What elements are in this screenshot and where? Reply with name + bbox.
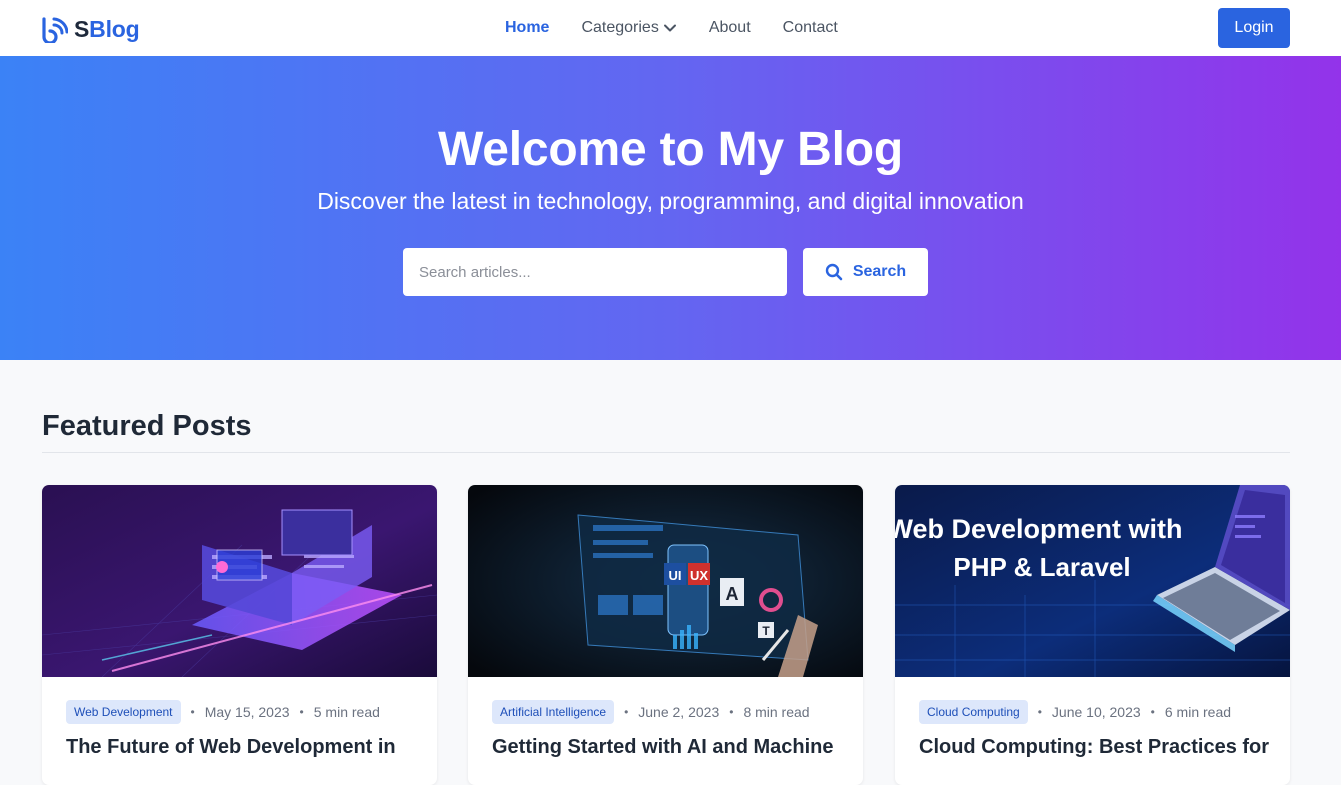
nav-categories-label: Categories	[581, 19, 659, 36]
category-badge[interactable]: Cloud Computing	[919, 700, 1028, 724]
image-caption-line1: Web Development with	[895, 514, 1183, 544]
nav-about-link[interactable]: About	[709, 19, 751, 37]
ui-label: UI	[669, 568, 682, 583]
wifi-b-logo-icon	[42, 17, 68, 43]
search-button[interactable]: Search	[803, 248, 928, 296]
brand-name: SBlog	[74, 15, 140, 43]
read-time: 6 min read	[1164, 704, 1232, 720]
post-meta: Cloud Computing • June 10, 2023 • 6 min …	[919, 700, 1231, 724]
post-title[interactable]: The Future of Web Development in	[66, 736, 396, 759]
a-label: A	[726, 584, 739, 604]
meta-separator: •	[299, 705, 304, 719]
read-time: 5 min read	[313, 704, 380, 720]
nav-links: Home Categories About Contact	[505, 0, 870, 56]
meta-separator: •	[624, 705, 629, 719]
post-image-isometric-laptop	[42, 485, 437, 677]
post-meta: Artificial Intelligence • June 2, 2023 •…	[492, 700, 810, 724]
post-card-ai[interactable]: UI UX A T Artificial Intelligence • June…	[468, 485, 863, 785]
post-title[interactable]: Cloud Computing: Best Practices for	[919, 736, 1269, 759]
meta-separator: •	[1037, 705, 1042, 719]
ux-label: UX	[690, 568, 708, 583]
section-divider	[42, 452, 1290, 453]
post-date: June 2, 2023	[638, 704, 720, 720]
image-caption-line2: PHP & Laravel	[953, 552, 1130, 582]
category-badge[interactable]: Web Development	[66, 700, 181, 724]
t-label: T	[762, 624, 770, 638]
brand-logo[interactable]: SBlog	[40, 14, 140, 44]
login-button[interactable]: Login	[1218, 8, 1290, 48]
brand-name-s: S	[74, 15, 90, 42]
read-time: 8 min read	[743, 704, 810, 720]
hero-title: Welcome to My Blog	[438, 123, 903, 176]
post-date: May 15, 2023	[204, 704, 290, 720]
meta-separator: •	[729, 705, 734, 719]
search-icon	[825, 263, 843, 281]
meta-separator: •	[1150, 705, 1155, 719]
post-meta: Web Development • May 15, 2023 • 5 min r…	[66, 700, 380, 724]
post-image-ui-ux-hologram: UI UX A T	[468, 485, 863, 677]
featured-posts-heading: Featured Posts	[42, 410, 252, 442]
post-image-php-laravel: Web Development with PHP & Laravel	[895, 485, 1290, 677]
post-card-web-development[interactable]: Web Development • May 15, 2023 • 5 min r…	[42, 485, 437, 785]
post-title[interactable]: Getting Started with AI and Machine	[492, 736, 834, 759]
post-card-cloud-computing[interactable]: Web Development with PHP & Laravel Cloud…	[895, 485, 1290, 785]
nav-home-link[interactable]: Home	[505, 19, 549, 37]
hero-banner: Welcome to My Blog Discover the latest i…	[0, 56, 1341, 360]
brand-name-rest: Blog	[89, 15, 140, 42]
nav-categories-dropdown[interactable]: Categories	[581, 19, 676, 37]
category-badge[interactable]: Artificial Intelligence	[492, 700, 615, 724]
top-navbar: SBlog Home Categories About Contact Logi…	[0, 0, 1341, 56]
search-button-label: Search	[852, 263, 907, 280]
hero-subtitle: Discover the latest in technology, progr…	[317, 188, 1024, 214]
meta-separator: •	[190, 705, 195, 719]
search-input[interactable]	[403, 248, 787, 296]
nav-contact-link[interactable]: Contact	[783, 19, 838, 37]
chevron-down-icon	[663, 24, 676, 32]
post-date: June 10, 2023	[1051, 704, 1141, 720]
